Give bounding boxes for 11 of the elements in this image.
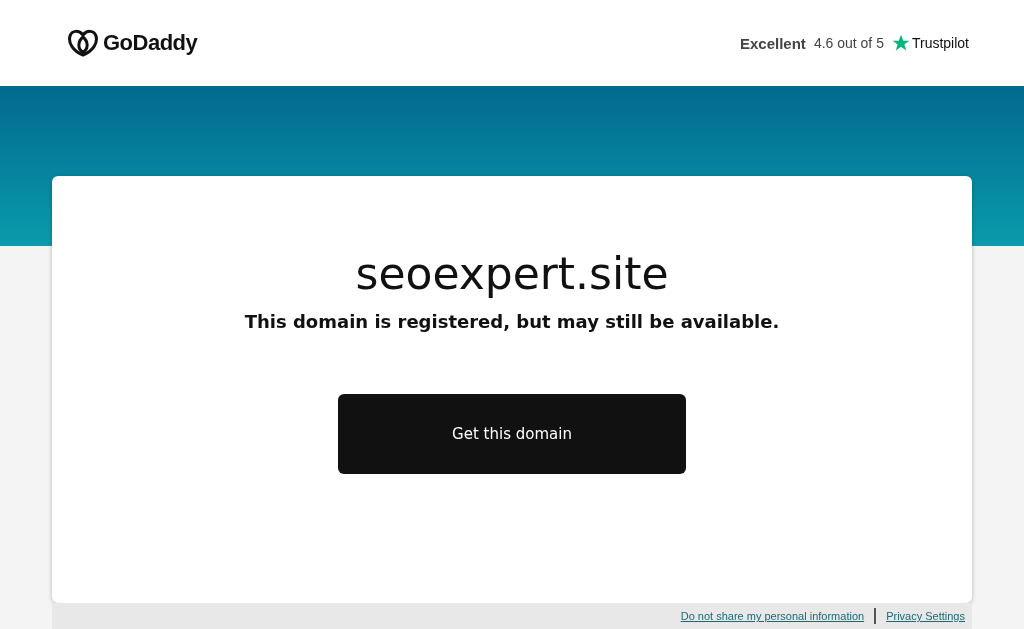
logo-icon: [67, 29, 99, 57]
footer-link[interactable]: Do not share my personal information: [680, 610, 865, 622]
star-icon: [891, 34, 910, 52]
domain-message: This domain is registered, but may still be available.: [244, 311, 780, 332]
rating-score: 4.6 out of 5: [813, 35, 884, 51]
get-domain-button[interactable]: Get this domain: [338, 394, 686, 474]
trustpilot-name: Trustpilot: [911, 35, 969, 51]
rating-label: Excellent: [740, 34, 806, 52]
domain-name: seoexpert.site: [355, 248, 669, 299]
logo-text[interactable]: GoDaddy: [103, 30, 198, 56]
footer-link[interactable]: Privacy Settings: [886, 610, 965, 622]
